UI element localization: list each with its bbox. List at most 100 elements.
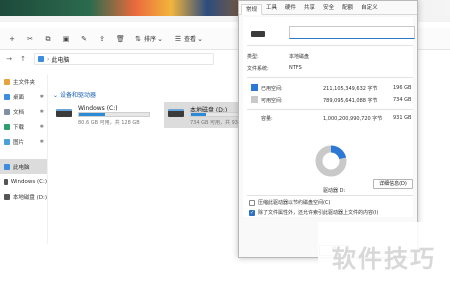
sidebar-item-label: 本地磁盘 (D:) [12, 194, 47, 201]
sidebar-item-desktop[interactable]: 桌面 ✱ [0, 89, 47, 104]
tab-tools[interactable]: 工具 [262, 3, 281, 14]
drive-free-text: 80.6 GB 可用，共 128 GB [78, 120, 140, 126]
chevron-right-icon: › [47, 55, 50, 63]
used-space-size: 196 GB [393, 85, 412, 91]
chevron-down-icon: ⌄ [157, 34, 163, 43]
sidebar-item-downloads[interactable]: 下载 ✱ [0, 119, 47, 134]
index-checkbox[interactable]: ✓ [249, 209, 255, 216]
usage-fill [79, 113, 105, 116]
cut-icon: ✂ [27, 34, 33, 43]
sidebar-item-label: Windows (C:) [10, 178, 47, 185]
properties-tabs: 常规 工具 硬件 共享 安全 配额 自定义 [239, 1, 417, 15]
address-bar[interactable]: › 此电脑 [34, 53, 214, 65]
drive-tile-c[interactable]: Windows (C:) 80.6 GB 可用，共 128 GB [52, 102, 157, 128]
sidebar-item-documents[interactable]: 文档 ✱ [0, 104, 47, 119]
usage-fill [191, 113, 206, 116]
view-icon: ☰ [174, 34, 182, 43]
sidebar-item-this-pc[interactable]: 此电脑 [0, 159, 47, 174]
pin-icon: ✱ [39, 108, 44, 115]
rename-button[interactable]: ✎ [80, 35, 90, 43]
pin-icon: ✱ [39, 123, 44, 130]
chevron-down-icon: ⌄ [53, 92, 60, 99]
tab-sharing[interactable]: 共享 [300, 3, 319, 14]
general-tab-panel: 类型: 本地磁盘 文件系统: NTFS 已用空间: 211,105,349,63… [243, 17, 415, 217]
index-label: 除了文件属性外，还允许索引此驱动器上文件的内容(I) [258, 210, 379, 216]
copy-icon: ⧉ [45, 34, 51, 43]
plus-icon: + [9, 34, 15, 43]
pin-icon: ✱ [39, 93, 44, 100]
navigation-pane: 主文件夹 桌面 ✱ 文档 ✱ 下载 ✱ 图片 ✱ 此电脑 Windows (C:) 本地… [0, 74, 48, 244]
used-space-bytes: 211,105,349,632 字节 [323, 86, 378, 92]
sidebar-item-label: 下载 [13, 124, 25, 131]
watermark: 软件技巧 [318, 222, 450, 290]
divider [247, 45, 413, 46]
drive-icon [168, 109, 184, 117]
view-button[interactable]: ☰ 查看 ⌄ [174, 34, 206, 44]
drive-icon [251, 31, 265, 37]
drive-properties-dialog: 常规 工具 硬件 共享 安全 配额 自定义 类型: 本地磁盘 文件系统: NTF… [238, 0, 418, 258]
pc-icon [4, 163, 10, 170]
group-header[interactable]: ⌄ 设备和驱动器 [53, 90, 96, 99]
tab-security[interactable]: 安全 [319, 3, 338, 14]
drive-name: Windows (C:) [78, 105, 118, 112]
tab-quota[interactable]: 配额 [338, 3, 357, 14]
pin-icon: ✱ [39, 138, 44, 145]
new-button[interactable]: + [8, 35, 18, 43]
sidebar-item-label: 图片 [13, 139, 25, 146]
paste-button[interactable]: ▣ [62, 35, 72, 43]
divider [247, 109, 413, 110]
address-path: 此电脑 [51, 56, 70, 64]
share-button[interactable]: ⇪ [98, 35, 108, 43]
watermark-text: 软件技巧 [332, 244, 436, 273]
sidebar-item-home[interactable]: 主文件夹 [0, 74, 47, 89]
sidebar-item-label: 此电脑 [13, 164, 30, 171]
drive-icon [4, 193, 10, 200]
home-icon [4, 78, 10, 85]
desktop-icon [4, 93, 10, 100]
up-arrow-icon[interactable]: ↑ [18, 55, 28, 63]
drive-name-input[interactable] [289, 26, 415, 39]
sort-button[interactable]: ⇅ 排序 ⌄ [134, 34, 166, 44]
trash-icon: 🗑 [116, 34, 125, 43]
used-space-label: 已用空间: [261, 86, 283, 92]
divider [247, 195, 413, 196]
filesystem-label: 文件系统: [247, 66, 269, 72]
drive-icon [56, 109, 72, 117]
pc-icon [38, 56, 44, 62]
sidebar-item-drive-c[interactable]: Windows (C:) [0, 174, 47, 189]
sort-label: 排序 [144, 36, 157, 43]
divider [247, 77, 413, 78]
compress-checkbox[interactable] [249, 199, 255, 206]
used-space-swatch [251, 84, 258, 91]
delete-button[interactable]: 🗑 [116, 35, 126, 43]
rename-icon: ✎ [81, 34, 87, 43]
usage-donut-chart [315, 145, 347, 177]
group-header-label: 设备和驱动器 [59, 92, 96, 99]
forward-arrow-icon[interactable]: → [4, 55, 14, 63]
sidebar-item-label: 文档 [13, 109, 25, 116]
view-label: 查看 [184, 36, 197, 43]
index-option[interactable]: ✓ 除了文件属性外，还允许索引此驱动器上文件的内容(I) [249, 209, 378, 216]
details-button[interactable]: 详细信息(D) [373, 179, 413, 189]
filesystem-value: NTFS [289, 65, 302, 71]
download-icon [4, 123, 10, 130]
tab-hardware[interactable]: 硬件 [281, 3, 300, 14]
free-space-bytes: 789,095,641,088 字节 [323, 98, 378, 104]
pictures-icon [4, 138, 10, 145]
capacity-bytes: 1,000,200,990,720 字节 [323, 116, 383, 122]
sidebar-item-pictures[interactable]: 图片 ✱ [0, 134, 47, 149]
chevron-down-icon: ⌄ [197, 34, 203, 43]
cut-button[interactable]: ✂ [26, 35, 36, 43]
tab-general[interactable]: 常规 [241, 4, 263, 15]
free-space-label: 可用空间: [261, 98, 283, 104]
copy-button[interactable]: ⧉ [44, 35, 54, 43]
sidebar-item-drive-d[interactable]: 本地磁盘 (D:) [0, 189, 47, 204]
drive-letter-label: 驱动器 D: [323, 188, 346, 194]
sidebar-item-label: 桌面 [13, 94, 25, 101]
compress-option[interactable]: 压缩此驱动器以节约磁盘空间(C) [249, 199, 330, 206]
share-icon: ⇪ [99, 34, 105, 43]
documents-icon [4, 108, 10, 115]
tab-customize[interactable]: 自定义 [357, 3, 382, 14]
compress-label: 压缩此驱动器以节约磁盘空间(C) [258, 200, 331, 206]
